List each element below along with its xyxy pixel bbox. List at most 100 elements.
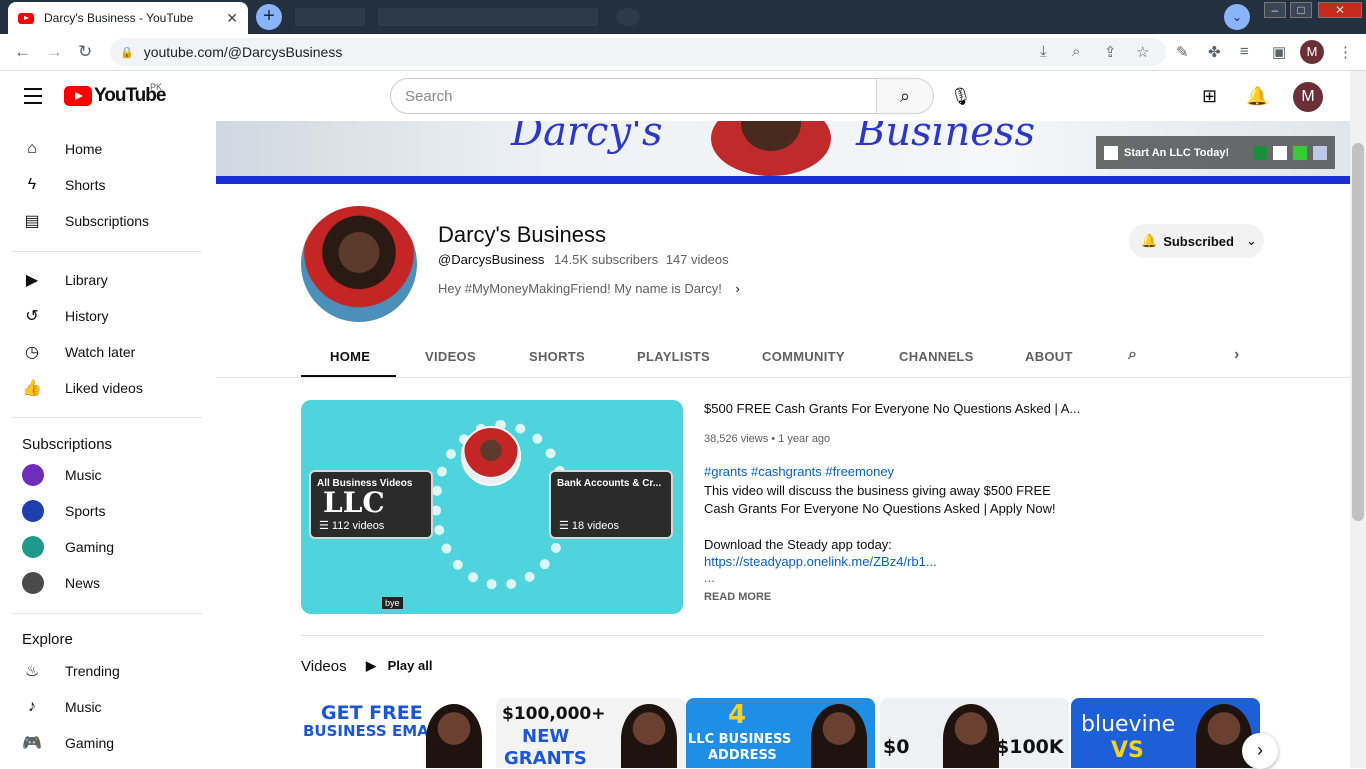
masthead: YouTube PK Search ⌕ 🎙 ⊞ 🔔 M: [0, 71, 1350, 121]
read-more-button[interactable]: READ MORE: [704, 591, 771, 603]
tab-home[interactable]: HOME: [330, 349, 370, 364]
youtube-logo[interactable]: YouTube PK: [64, 82, 166, 107]
channel-banner: Darcy's Business Start An LLC Today!: [216, 121, 1350, 184]
social-link-icon[interactable]: [1313, 145, 1328, 160]
tab-playlists[interactable]: PLAYLISTS: [637, 349, 710, 364]
sidebar-item-liked-videos[interactable]: 👍 Liked videos: [12, 370, 202, 406]
background-tab[interactable]: [295, 8, 365, 26]
video-thumbnail[interactable]: GET FREE BUSINESS EMAIL: [301, 698, 490, 768]
play-all-button[interactable]: ▶ Play all: [366, 658, 432, 674]
video-thumbnail[interactable]: $100,000+ NEW GRANTS: [496, 698, 685, 768]
tabs-scroll-right-icon[interactable]: ›: [1234, 346, 1240, 364]
channel-search-icon[interactable]: ⌕: [1128, 346, 1137, 364]
hamburger-menu-icon[interactable]: [24, 88, 42, 109]
create-video-icon[interactable]: ⊞: [1202, 86, 1217, 107]
puzzle-icon[interactable]: ✤: [1208, 43, 1221, 61]
tab-videos[interactable]: VIDEOS: [425, 349, 476, 364]
featured-video-title[interactable]: $500 FREE Cash Grants For Everyone No Qu…: [704, 401, 1080, 416]
sidebar-item-home[interactable]: ⌂ Home: [12, 131, 202, 167]
forward-arrow-icon[interactable]: →: [46, 42, 63, 62]
microphone-icon[interactable]: 🎙: [950, 87, 972, 107]
sidebar-sub-gaming[interactable]: Gaming: [12, 529, 202, 565]
sidebar-sub-news[interactable]: News: [12, 565, 202, 601]
library-icon: ▶: [25, 272, 39, 289]
url-field[interactable]: 🔒 youtube.com/@DarcysBusiness: [110, 38, 1166, 66]
sidebar-item-music[interactable]: ♪ Music: [12, 689, 202, 725]
subscribed-button[interactable]: 🔔 Subscribed ⌄: [1129, 224, 1264, 258]
subscriptions-icon: ▤: [24, 213, 40, 230]
social-link-icon[interactable]: [1253, 145, 1268, 160]
banner-portrait: [711, 121, 831, 176]
install-icon[interactable]: ⤓: [1040, 43, 1047, 60]
sidebar-item-gaming[interactable]: 🎮 Gaming: [12, 725, 202, 761]
zoom-icon[interactable]: ⌕: [1072, 43, 1080, 60]
new-tab-button[interactable]: +: [256, 4, 282, 30]
account-avatar[interactable]: M: [1293, 82, 1323, 112]
sidebar-item-label: Music: [65, 699, 102, 715]
thumbnail-face: [621, 704, 677, 768]
thumbnail-text: VS: [1111, 738, 1144, 763]
channel-avatar[interactable]: [301, 206, 417, 322]
sidebar-item-library[interactable]: ▶ Library: [12, 262, 202, 298]
tab-search-chevron-icon[interactable]: ⌄: [1224, 4, 1250, 30]
hashtags[interactable]: #grants #cashgrants #freemoney: [704, 464, 894, 479]
background-tab[interactable]: [616, 8, 640, 26]
page-scrollbar[interactable]: [1350, 71, 1366, 768]
video-count: 147 videos: [665, 252, 729, 267]
bookmark-star-icon[interactable]: ☆: [1136, 43, 1149, 61]
play-all-label: Play all: [387, 658, 433, 673]
sidebar-item-shorts[interactable]: ϟ Shorts: [12, 167, 202, 203]
media-control-icon[interactable]: ≡: [1240, 43, 1249, 60]
video-thumbnail[interactable]: bluevine VS: [1071, 698, 1260, 768]
sidebar-item-label: Subscriptions: [65, 213, 150, 229]
search-input[interactable]: Search: [390, 78, 877, 114]
shelf-next-button[interactable]: ›: [1242, 733, 1278, 769]
share-icon[interactable]: ⇪: [1104, 43, 1117, 61]
banner-link-text: Start An LLC Today!: [1124, 146, 1230, 159]
minimize-button[interactable]: –: [1264, 2, 1286, 18]
browser-menu-icon[interactable]: ⋮: [1338, 43, 1353, 61]
close-window-button[interactable]: ✕: [1318, 2, 1362, 18]
scrollbar-thumb[interactable]: [1352, 143, 1364, 521]
thumbnail-text: BUSINESS EMAIL: [303, 722, 444, 740]
description-link[interactable]: https://steadyapp.onelink.me/ZBz4/rb1...: [704, 554, 937, 569]
explore-heading: Explore: [22, 631, 73, 648]
featured-video-thumbnail[interactable]: LLC All Business Videos ☰ 112 videos Ban…: [301, 400, 683, 614]
sidebar-item-label: Trending: [65, 663, 120, 679]
sidebar-item-subscriptions[interactable]: ▤ Subscriptions: [12, 203, 202, 239]
channel-name: Darcy's Business: [438, 222, 607, 247]
tab-community[interactable]: COMMUNITY: [762, 349, 845, 364]
notifications-bell-icon[interactable]: 🔔: [1246, 86, 1268, 107]
video-thumbnail[interactable]: 4 LLC BUSINESS ADDRESS: [686, 698, 875, 768]
social-link-icon[interactable]: [1273, 145, 1288, 160]
sidebar-item-trending[interactable]: ♨ Trending: [12, 653, 202, 689]
social-link-icon[interactable]: [1293, 145, 1308, 160]
reload-icon[interactable]: ↻: [78, 42, 92, 62]
thumbnail-text: bluevine: [1081, 712, 1176, 737]
sidebar-sub-sports[interactable]: Sports: [12, 493, 202, 529]
playlist-card-right[interactable]: Bank Accounts & Cr... ☰ 18 videos: [549, 470, 673, 539]
search-button[interactable]: ⌕: [876, 78, 934, 114]
browser-tab-active[interactable]: Darcy's Business - YouTube ✕: [8, 2, 248, 34]
featured-portrait: [461, 426, 521, 486]
sidebar-item-watch-later[interactable]: ◷ Watch later: [12, 334, 202, 370]
tab-shorts[interactable]: SHORTS: [529, 349, 585, 364]
sidebar-item-history[interactable]: ↺ History: [12, 298, 202, 334]
video-thumbnail[interactable]: $0 $100K: [880, 698, 1069, 768]
banner-link[interactable]: Start An LLC Today!: [1096, 136, 1335, 169]
maximize-button[interactable]: □: [1290, 2, 1312, 18]
channel-description[interactable]: Hey #MyMoneyMakingFriend! My name is Dar…: [438, 281, 740, 296]
tab-close-icon[interactable]: ✕: [226, 10, 238, 27]
channel-handle: @DarcysBusiness: [438, 252, 545, 267]
playlist-title: All Business Videos: [317, 478, 413, 489]
browser-profile-avatar[interactable]: M: [1300, 40, 1324, 64]
shorts-icon: ϟ: [27, 176, 37, 193]
sidebar-sub-music[interactable]: Music: [12, 457, 202, 493]
back-arrow-icon[interactable]: ←: [14, 42, 31, 62]
tab-about[interactable]: ABOUT: [1025, 349, 1073, 364]
background-tab[interactable]: [378, 8, 598, 26]
tab-channels[interactable]: CHANNELS: [899, 349, 974, 364]
extension-icon[interactable]: ✎: [1176, 43, 1189, 61]
side-panel-icon[interactable]: ▣: [1272, 43, 1286, 61]
playlist-card-left[interactable]: LLC All Business Videos ☰ 112 videos: [309, 470, 433, 539]
